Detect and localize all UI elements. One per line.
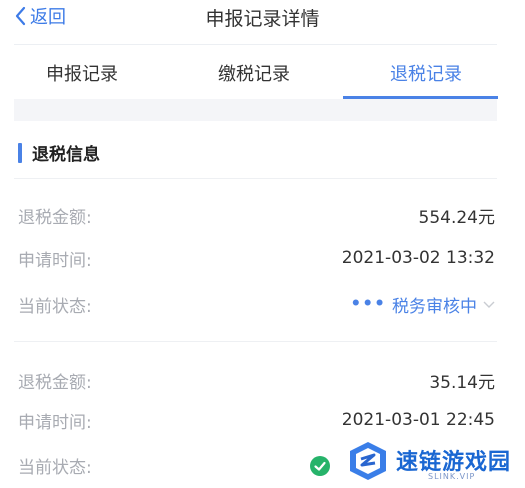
status-row: 当前状态: bbox=[18, 452, 218, 478]
watermark-url: SLINK.VIP bbox=[428, 472, 476, 481]
apply-time-value: 2021-03-02 13:32 bbox=[341, 248, 495, 268]
apply-time-value: 2021-03-01 22:45 bbox=[341, 410, 495, 430]
chevron-down-icon bbox=[483, 301, 495, 308]
divider bbox=[14, 341, 497, 342]
apply-time-row: 申请时间: 2021-03-01 22:45 bbox=[18, 407, 495, 433]
refund-amount-value: 554.24元 bbox=[418, 207, 495, 228]
section-title: 退税信息 bbox=[32, 145, 100, 165]
tab-refund-records[interactable]: 退税记录 bbox=[390, 60, 462, 86]
status-row[interactable]: 当前状态: ••• 税务审核中 bbox=[18, 291, 495, 317]
section-header: 退税信息 bbox=[18, 140, 100, 165]
apply-time-row: 申请时间: 2021-03-02 13:32 bbox=[18, 245, 495, 271]
watermark-logo bbox=[350, 442, 386, 480]
refund-amount-label: 退税金额: bbox=[18, 207, 92, 228]
refund-amount-value: 35.14元 bbox=[429, 372, 495, 393]
refund-amount-label: 退税金额: bbox=[18, 372, 92, 393]
tab-declaration-records[interactable]: 申报记录 bbox=[46, 60, 118, 86]
watermark: 速链游戏园 SLINK.VIP bbox=[330, 436, 525, 488]
status-value[interactable]: ••• 税务审核中 bbox=[350, 292, 495, 317]
status-label: 当前状态: bbox=[18, 296, 92, 317]
page-title: 申报记录详情 bbox=[205, 8, 320, 30]
tab-payment-records[interactable]: 缴税记录 bbox=[218, 60, 290, 86]
nav-bar: 返回 申报记录详情 bbox=[0, 0, 525, 44]
status-label: 当前状态: bbox=[18, 457, 92, 478]
divider bbox=[14, 44, 497, 45]
check-circle-icon bbox=[310, 456, 330, 476]
refund-amount-row: 退税金额: 554.24元 bbox=[18, 202, 495, 228]
dots-icon: ••• bbox=[350, 294, 386, 314]
apply-time-label: 申请时间: bbox=[18, 250, 92, 271]
apply-time-label: 申请时间: bbox=[18, 412, 92, 433]
refund-amount-row: 退税金额: 35.14元 bbox=[18, 367, 495, 393]
section-accent-bar bbox=[18, 142, 22, 163]
divider bbox=[14, 178, 497, 179]
status-text: 税务审核中 bbox=[392, 296, 477, 317]
tab-bar: 申报记录 缴税记录 退税记录 bbox=[0, 46, 525, 99]
section-spacer bbox=[14, 99, 497, 121]
